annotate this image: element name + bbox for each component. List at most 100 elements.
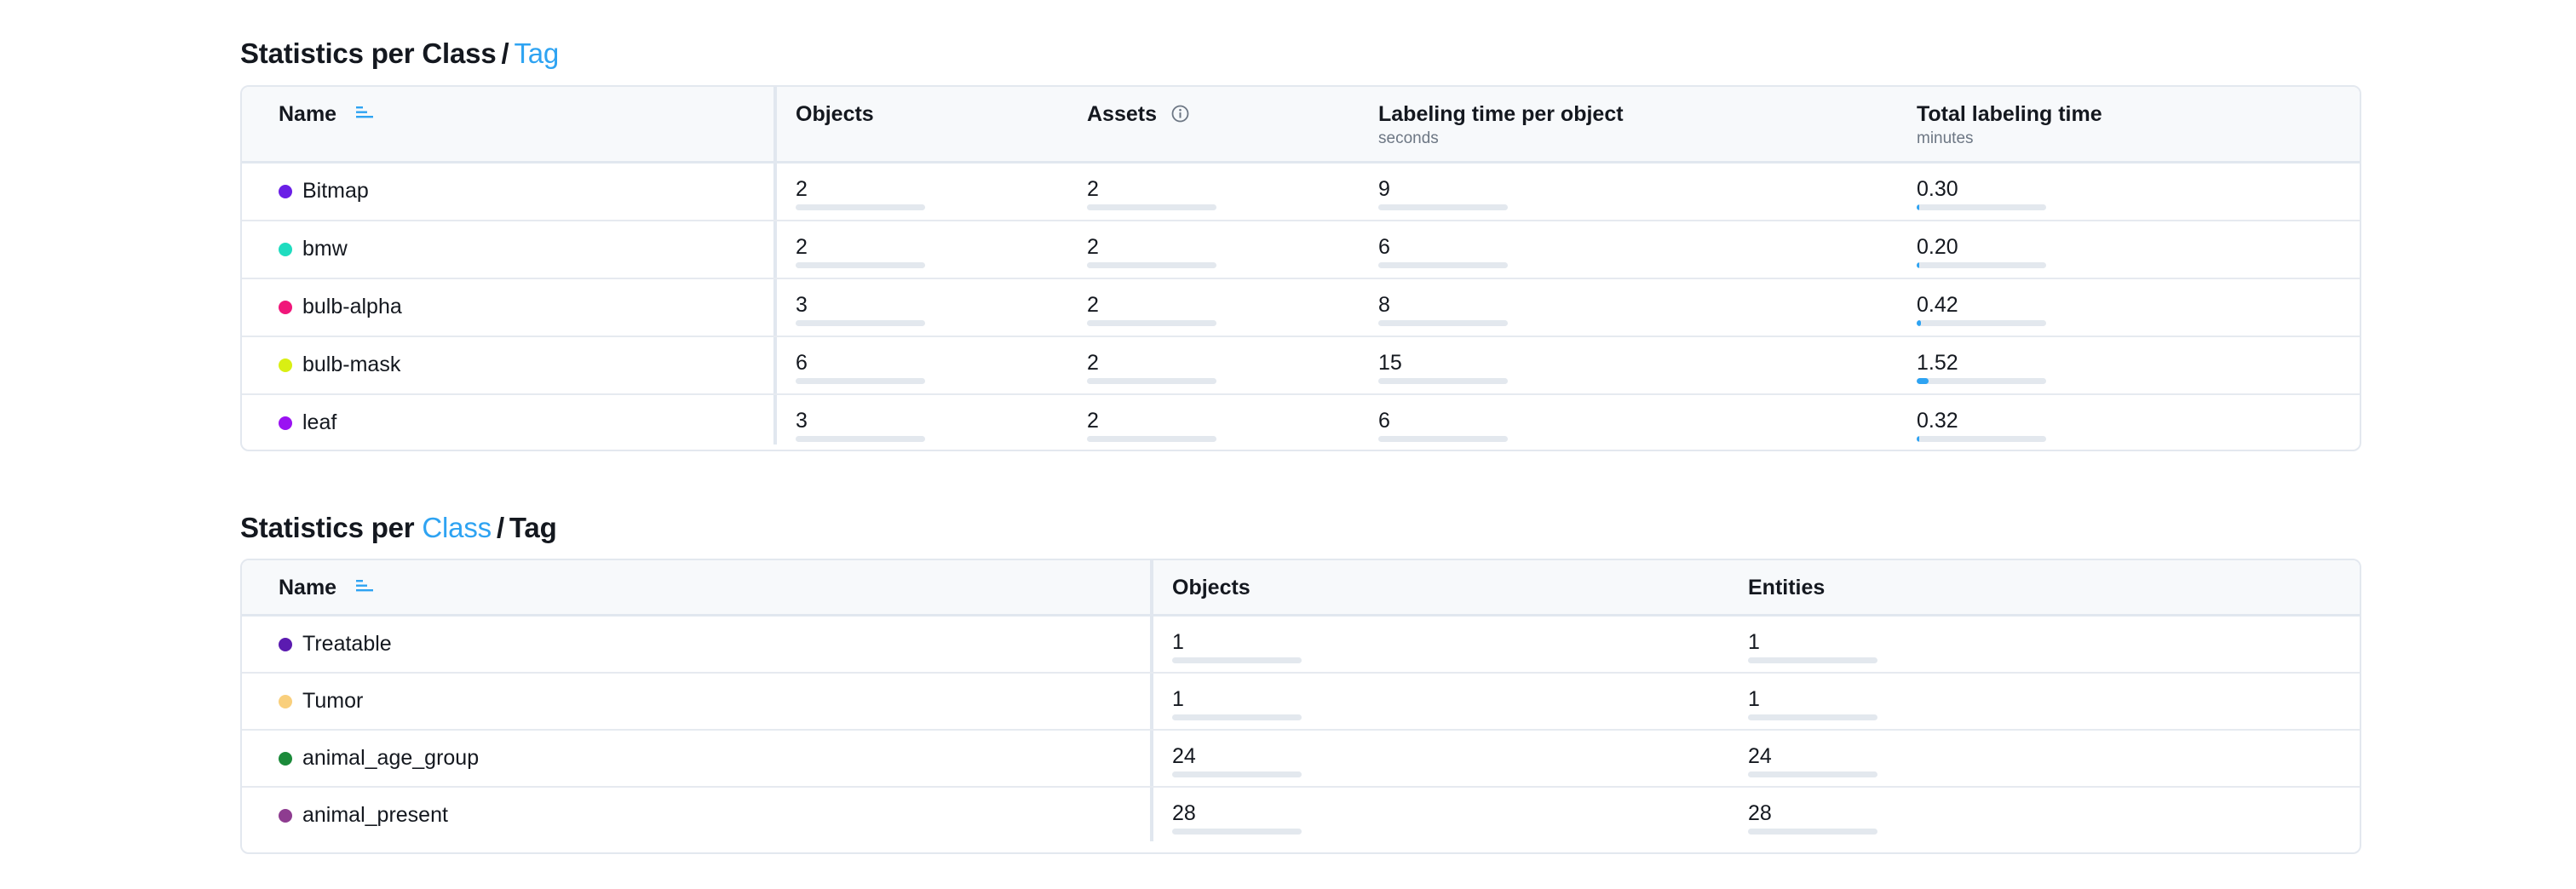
info-icon[interactable] [1171,105,1189,123]
column-header-name[interactable]: Name [279,102,374,127]
cell-objects: 28 [1172,801,1196,825]
row-name: Treatable [279,632,392,657]
table-row[interactable]: Tumor 1 1 [242,674,2360,731]
row-name: Tumor [279,689,363,714]
cell-entities: 1 [1748,687,1760,711]
cell-time-per-object: 15 [1378,351,1402,375]
column-header-entities[interactable]: Entities [1748,576,1825,600]
color-dot [279,242,292,256]
value-bar [1748,657,1877,663]
column-header-time-per-object[interactable]: Labeling time per object [1378,102,1624,127]
cell-objects: 3 [796,293,808,317]
row-name-label: bmw [302,237,348,261]
row-name-label: Bitmap [302,179,369,203]
value-bar-fill [1917,204,1920,210]
color-dot [279,694,292,708]
value-bar [1172,771,1302,777]
cell-assets: 2 [1087,235,1099,259]
table-row[interactable]: bmw 2 2 6 0.20 [242,221,2360,279]
row-name: bmw [279,237,348,261]
row-name: animal_present [279,803,448,828]
sort-icon[interactable] [356,106,374,119]
cell-total-time: 1.52 [1917,351,1958,375]
cell-time-per-object: 6 [1378,235,1390,259]
value-bar [796,204,925,210]
sort-icon[interactable] [356,579,374,593]
value-bar [1378,378,1508,384]
class-stats-title: Statistics per Class / Tag [240,37,560,69]
table-row[interactable]: leaf 3 2 6 0.32 [242,395,2360,450]
color-dot [279,808,292,823]
total-time-unit: minutes [1917,129,1974,147]
cell-objects: 24 [1172,744,1196,768]
cell-assets: 2 [1087,177,1099,201]
value-bar [1378,204,1508,210]
value-bar [1172,714,1302,720]
color-dot [279,416,292,430]
cell-time-per-object: 9 [1378,177,1390,201]
cell-assets: 2 [1087,409,1099,433]
value-bar [1748,771,1877,777]
column-header-total-time[interactable]: Total labeling time [1917,102,2102,127]
table-row[interactable]: animal_present 28 28 [242,788,2360,845]
row-name-label: Treatable [302,632,392,656]
row-name: bulb-mask [279,353,400,377]
value-bar [1917,262,2046,268]
cell-objects: 1 [1172,687,1184,711]
value-bar [1748,714,1877,720]
value-bar [1748,829,1877,835]
time-per-object-unit: seconds [1378,129,1439,147]
value-bar [796,378,925,384]
color-dot [279,637,292,651]
row-name-label: animal_age_group [302,746,480,770]
table-row[interactable]: animal_age_group 24 24 [242,731,2360,788]
column-header-assets[interactable]: Assets [1087,102,1189,127]
column-header-objects[interactable]: Objects [1172,576,1251,600]
value-bar [1172,829,1302,835]
value-bar [1087,204,1216,210]
value-bar [1917,204,2046,210]
cell-total-time: 0.30 [1917,177,1958,201]
row-name: bulb-alpha [279,295,402,319]
cell-entities: 28 [1748,801,1772,825]
table-row[interactable]: bulb-alpha 3 2 8 0.42 [242,279,2360,337]
column-header-name[interactable]: Name [279,576,374,600]
table-row[interactable]: bulb-mask 6 2 15 1.52 [242,337,2360,395]
table-row[interactable]: Bitmap 2 2 9 0.30 [242,163,2360,221]
row-name-label: animal_present [302,803,448,827]
value-bar [1087,320,1216,326]
row-name-label: bulb-alpha [302,295,402,318]
table-row[interactable]: Treatable 1 1 [242,617,2360,674]
cell-time-per-object: 8 [1378,293,1390,317]
value-bar [1087,378,1216,384]
cell-objects: 3 [796,409,808,433]
cell-objects: 2 [796,177,808,201]
cell-total-time: 0.42 [1917,293,1958,317]
value-bar [796,262,925,268]
row-name: leaf [279,410,336,435]
cell-entities: 1 [1748,630,1760,654]
value-bar-fill [1917,436,1920,442]
cell-objects: 1 [1172,630,1184,654]
color-dot [279,751,292,766]
cell-time-per-object: 6 [1378,409,1390,433]
value-bar [1917,436,2046,442]
value-bar [796,436,925,442]
row-name: Bitmap [279,179,369,204]
value-bar [1378,262,1508,268]
tag-stats-title: Statistics per Class / Tag [240,512,557,543]
column-header-objects[interactable]: Objects [796,102,874,127]
table-header: Name Objects Assets Labeling time per ob… [242,87,2360,163]
cell-assets: 2 [1087,351,1099,375]
class-link[interactable]: Class [422,512,492,543]
value-bar [1172,657,1302,663]
row-name: animal_age_group [279,746,479,771]
value-bar [1087,262,1216,268]
tag-link[interactable]: Tag [514,37,559,69]
color-dot [279,358,292,372]
color-dot [279,184,292,198]
row-name-label: bulb-mask [302,353,401,376]
value-bar [1378,320,1508,326]
cell-total-time: 0.20 [1917,235,1958,259]
cell-objects: 6 [796,351,808,375]
